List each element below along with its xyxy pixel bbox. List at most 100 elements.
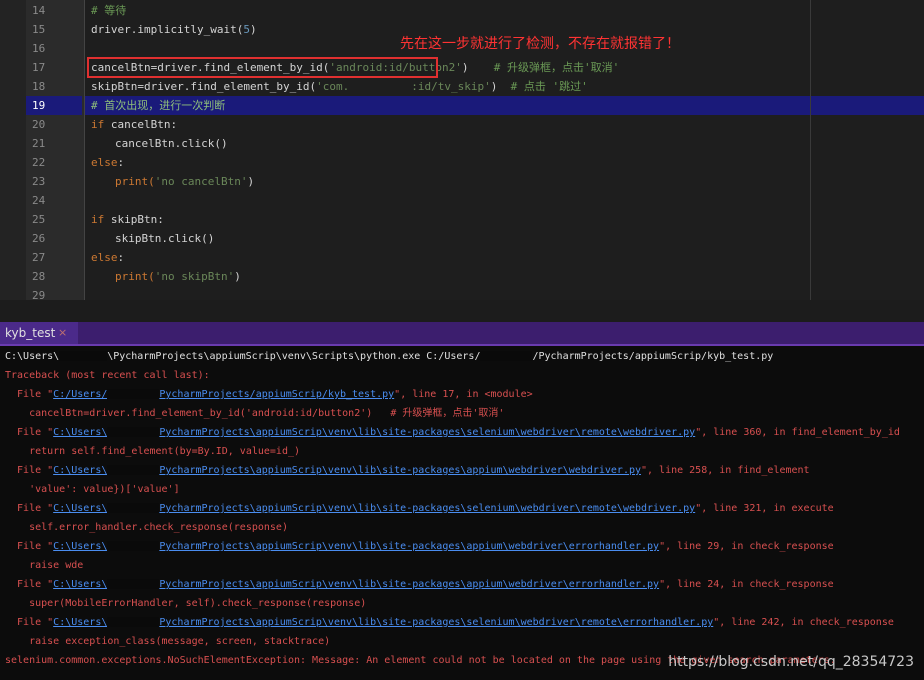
line-number: 20 <box>32 118 46 131</box>
console-text: File " <box>5 427 54 438</box>
line-number-active: 19 <box>26 96 82 115</box>
code-line-25[interactable]: if skipBtn: <box>84 210 924 229</box>
string-literal: 'com. <box>316 80 350 93</box>
code-text: skipBtn.click() <box>115 232 215 245</box>
line-number: 23 <box>32 175 46 188</box>
link-text: C:\Users\ <box>53 465 108 476</box>
indent-guide <box>84 0 85 300</box>
line-number: 29 <box>32 289 46 300</box>
code-text: : <box>117 251 125 264</box>
editor-bottom-margin <box>0 300 924 322</box>
file-link[interactable]: C:\Users\ PycharmProjects\appiumScrip\ven… <box>53 579 659 590</box>
redacted-block <box>107 617 160 627</box>
code-line-26[interactable]: skipBtn.click() <box>84 229 924 248</box>
console-file-line: File "C:\Users\ PycharmProjects\appiumScr… <box>5 537 834 556</box>
file-link[interactable]: C:\Users\ PycharmProjects\appiumScrip\ven… <box>53 465 641 476</box>
console-file-line: File "C:\Users\ PycharmProjects\appiumScr… <box>5 423 900 442</box>
code-editor[interactable]: 14 15 16 17 18 19 20 21 22 23 24 25 26 2… <box>0 0 924 322</box>
console-code-line: raise exception_class(message, screen, s… <box>5 636 331 647</box>
code-line-27[interactable]: else: <box>84 248 924 267</box>
line-number: 28 <box>32 270 46 283</box>
file-link[interactable]: C:/Users/PycharmProjects/appiumScrip/kyb… <box>53 389 394 400</box>
console-text: File " <box>5 579 54 590</box>
keyword: if <box>91 213 105 226</box>
console-text: ", line 321, in execute <box>695 503 834 514</box>
code-text: driver.implicitly_wait( <box>91 23 244 36</box>
console-code-line: raise wde <box>5 560 84 571</box>
line-number: 22 <box>32 156 46 169</box>
comment: # 升级弹框，点击'取消' <box>480 61 620 74</box>
code-line-18[interactable]: skipBtn=driver.find_element_by_id('com.:… <box>84 77 924 96</box>
line-number: 27 <box>32 251 46 264</box>
code-line-28[interactable]: print('no skipBtn') <box>84 267 924 286</box>
redacted-block <box>107 427 160 437</box>
line-number: 25 <box>32 213 46 226</box>
redacted-block <box>480 351 533 361</box>
console-code-line: cancelBtn=driver.find_element_by_id('and… <box>5 408 505 419</box>
redacted-block <box>107 579 160 589</box>
keyword: if <box>91 118 105 131</box>
tab-label: kyb_test <box>5 326 56 340</box>
code-text: cancelBtn: <box>104 118 178 131</box>
line-number: 15 <box>32 23 46 36</box>
link-text: C:\Users\ <box>53 579 108 590</box>
builtin-function: print( <box>115 175 155 188</box>
tab-kyb-test[interactable]: kyb_test × <box>0 322 78 344</box>
console-code-line: return self.find_element(by=By.ID, value… <box>5 446 301 457</box>
code-line-20[interactable]: if cancelBtn: <box>84 115 924 134</box>
keyword: else <box>91 156 118 169</box>
redacted-block <box>107 503 160 513</box>
code-text: ) <box>234 270 241 283</box>
file-link[interactable]: C:\Users\ PycharmProjects\appiumScrip\ven… <box>53 617 713 628</box>
number-literal: 5 <box>243 23 250 36</box>
code-line-23[interactable]: print('no cancelBtn') <box>84 172 924 191</box>
link-text: PycharmProjects\appiumScrip\venv\lib\sit… <box>159 465 641 476</box>
code-line-14[interactable]: # 等待 <box>84 1 924 20</box>
file-link[interactable]: C:\Users\ PycharmProjects\appiumScrip\ven… <box>53 427 695 438</box>
code-text: skipBtn: <box>104 213 164 226</box>
comment: # 点击 '跳过' <box>497 80 588 93</box>
link-text: C:\Users\ <box>53 427 108 438</box>
line-number: 16 <box>32 42 46 55</box>
close-icon[interactable]: × <box>58 322 67 344</box>
run-console[interactable]: C:\Users\ \PycharmProjects\appiumScrip\ve… <box>0 346 924 680</box>
link-text: PycharmProjects\appiumScrip\venv\lib\sit… <box>159 427 696 438</box>
highlight-box <box>87 57 438 78</box>
console-text: C:\Users\ <box>5 351 60 362</box>
string-literal: 'no skipBtn' <box>154 270 235 283</box>
console-text: ", line 242, in check_response <box>713 617 894 628</box>
link-text: C:\Users\ <box>53 503 108 514</box>
console-text: \PycharmProjects\appiumScrip\venv\Script… <box>107 351 481 362</box>
code-text: ) <box>461 61 469 74</box>
console-text: ", line 360, in find_element_by_id <box>695 427 900 438</box>
console-text: ", line 258, in find_element <box>641 465 810 476</box>
code-line-24[interactable] <box>84 191 924 210</box>
file-link[interactable]: C:\Users\ PycharmProjects\appiumScrip\ven… <box>53 503 695 514</box>
code-line-19-active[interactable]: # 首次出现，进行一次判断 <box>84 96 924 115</box>
console-code-line: super(MobileErrorHandler, self).check_re… <box>5 598 367 609</box>
code-line-21[interactable]: cancelBtn.click() <box>84 134 924 153</box>
file-link[interactable]: C:\Users\ PycharmProjects\appiumScrip\ven… <box>53 541 659 552</box>
console-text: /PycharmProjects/appiumScrip/kyb_test.py <box>532 351 774 362</box>
comment: # 首次出现，进行一次判断 <box>91 99 226 112</box>
console-text: File " <box>5 389 54 400</box>
link-text: C:/Users/ <box>53 389 108 400</box>
console-file-line: File "C:\Users\ PycharmProjects\appiumScr… <box>5 461 810 480</box>
line-number: 17 <box>32 61 46 74</box>
redacted-block <box>59 351 108 361</box>
link-text: PycharmProjects\appiumScrip\venv\lib\sit… <box>159 503 696 514</box>
code-line-22[interactable]: else: <box>84 153 924 172</box>
right-margin-guide <box>810 0 811 300</box>
string-literal: :id/tv_skip' <box>411 80 491 93</box>
console-text: File " <box>5 465 54 476</box>
console-text: ", line 17, in <module> <box>394 389 533 400</box>
code-text: : <box>117 156 125 169</box>
link-text: PycharmProjects\appiumScrip\venv\lib\sit… <box>159 617 714 628</box>
console-file-line: File "C:\Users\ PycharmProjects\appiumScr… <box>5 575 834 594</box>
comment: # 等待 <box>91 4 127 17</box>
keyword: else <box>91 251 118 264</box>
code-text: ) <box>249 23 257 36</box>
redacted-block <box>107 389 160 399</box>
console-text: File " <box>5 617 54 628</box>
console-text: ", line 29, in check_response <box>659 541 834 552</box>
